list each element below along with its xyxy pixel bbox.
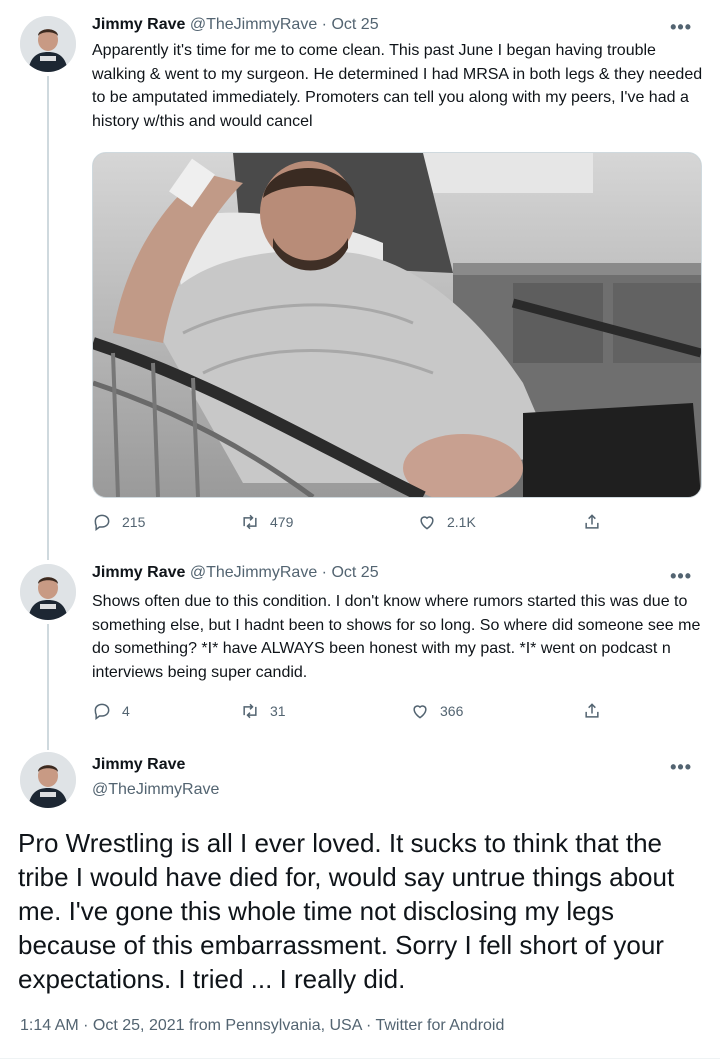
share-button[interactable] — [582, 701, 602, 721]
share-icon — [585, 514, 599, 529]
reply-icon — [94, 514, 110, 531]
thread-connector — [47, 76, 49, 560]
tweet-text: Apparently it's time for me to come clea… — [92, 42, 703, 130]
like-button[interactable]: 2.1K — [417, 512, 476, 532]
reply-button[interactable]: 215 — [92, 512, 145, 532]
more-options-icon[interactable]: ••• — [670, 567, 692, 585]
tweet-date[interactable]: Oct 25 — [331, 564, 378, 581]
heart-icon — [420, 516, 434, 530]
tweet-actions: 215 479 2.1K — [92, 512, 612, 536]
divider — [0, 1058, 720, 1059]
heart-icon — [413, 705, 427, 719]
share-button[interactable] — [582, 512, 602, 532]
retweet-icon — [243, 514, 257, 530]
avatar[interactable] — [20, 16, 76, 72]
tweet-metadata[interactable]: 1:14 AM · Oct 25, 2021 from Pennsylvania… — [20, 1017, 504, 1035]
avatar[interactable] — [20, 752, 76, 808]
reply-count: 215 — [122, 514, 146, 530]
author-name[interactable]: Jimmy Rave — [92, 16, 185, 33]
retweet-count: 479 — [270, 514, 294, 530]
main-tweet-text: Pro Wrestling is all I ever loved. It su… — [18, 828, 675, 994]
separator: · — [321, 564, 327, 581]
tweet-text: Shows often due to this condition. I don… — [92, 593, 701, 681]
tweet-header: Jimmy Rave @TheJimmyRave · Oct 25 — [92, 16, 379, 34]
thread-connector — [47, 624, 49, 750]
author-handle[interactable]: @TheJimmyRave — [190, 564, 317, 581]
reply-count: 4 — [122, 703, 130, 719]
author-name[interactable]: Jimmy Rave — [92, 756, 185, 774]
tweet-header: Jimmy Rave @TheJimmyRave · Oct 25 — [92, 564, 379, 582]
author-name[interactable]: Jimmy Rave — [92, 564, 185, 581]
reply-icon — [94, 703, 110, 720]
more-options-icon[interactable]: ••• — [670, 758, 692, 776]
tweet-photo[interactable] — [92, 152, 702, 498]
author-handle[interactable]: @TheJimmyRave — [190, 16, 317, 33]
avatar[interactable] — [20, 564, 76, 620]
tweet-date[interactable]: Oct 25 — [331, 16, 378, 33]
share-icon — [585, 703, 599, 718]
like-count: 366 — [440, 703, 464, 719]
hospital-bed-photo — [93, 153, 701, 497]
separator: · — [321, 16, 327, 33]
like-count: 2.1K — [447, 514, 476, 530]
retweet-icon — [243, 703, 257, 719]
more-options-icon[interactable]: ••• — [670, 18, 692, 36]
retweet-button[interactable]: 31 — [240, 701, 286, 721]
reply-button[interactable]: 4 — [92, 701, 130, 721]
tweet-actions: 4 31 366 — [92, 701, 612, 725]
like-button[interactable]: 366 — [410, 701, 463, 721]
retweet-count: 31 — [270, 703, 286, 719]
author-handle[interactable]: @TheJimmyRave — [92, 781, 219, 799]
retweet-button[interactable]: 479 — [240, 512, 293, 532]
